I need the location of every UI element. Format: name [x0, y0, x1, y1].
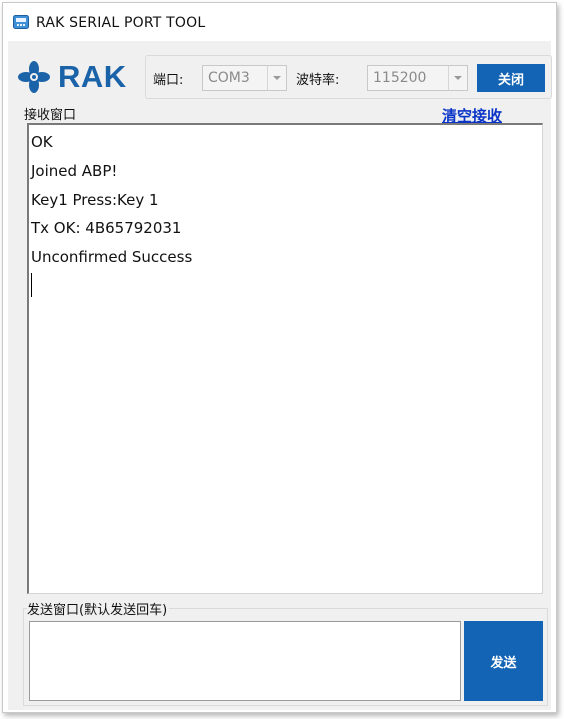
- port-settings-group: 端口: COM3 波特率: 115200 关闭: [145, 55, 552, 99]
- baud-label: 波特率:: [296, 73, 340, 88]
- receive-line: Joined ABP!: [31, 162, 118, 180]
- window-title: RAK SERIAL PORT TOOL: [36, 15, 206, 31]
- receive-line: Key1 Press:Key 1: [31, 191, 159, 209]
- receive-textarea[interactable]: OK Joined ABP! Key1 Press:Key 1 Tx OK: 4…: [27, 123, 543, 594]
- serial-port-app-icon: [13, 15, 29, 29]
- port-label: 端口:: [153, 73, 184, 88]
- close-port-button[interactable]: 关闭: [477, 64, 545, 92]
- rak-logo-text: RAK: [58, 59, 127, 94]
- text-caret: [31, 273, 32, 297]
- rak-logo: RAK: [16, 59, 136, 95]
- receive-window-label: 接收窗口: [24, 104, 79, 123]
- clear-receive-link[interactable]: 清空接收: [442, 105, 502, 126]
- port-select-value: COM3: [208, 70, 250, 86]
- send-button[interactable]: 发送: [464, 621, 543, 701]
- receive-line: Unconfirmed Success: [31, 248, 193, 266]
- chevron-down-icon[interactable]: [448, 66, 467, 90]
- port-select[interactable]: COM3: [202, 65, 287, 91]
- main-panel: RAK 端口: COM3 波特率: 115200 关闭 接收窗口 清空接收 OK…: [8, 41, 552, 710]
- baud-select-value: 115200: [373, 70, 427, 86]
- send-window-label: 发送窗口(默认发送回车): [27, 599, 170, 618]
- rak-logo-icon: [18, 61, 50, 93]
- app-window: RAK SERIAL PORT TOOL RAK 端口: COM3 波特率: 1…: [2, 2, 557, 713]
- send-input[interactable]: [29, 621, 461, 701]
- title-bar: RAK SERIAL PORT TOOL: [3, 3, 556, 41]
- chevron-down-icon[interactable]: [267, 66, 286, 90]
- receive-line: Tx OK: 4B65792031: [31, 219, 182, 237]
- receive-line: OK: [31, 133, 53, 151]
- baud-select[interactable]: 115200: [367, 65, 468, 91]
